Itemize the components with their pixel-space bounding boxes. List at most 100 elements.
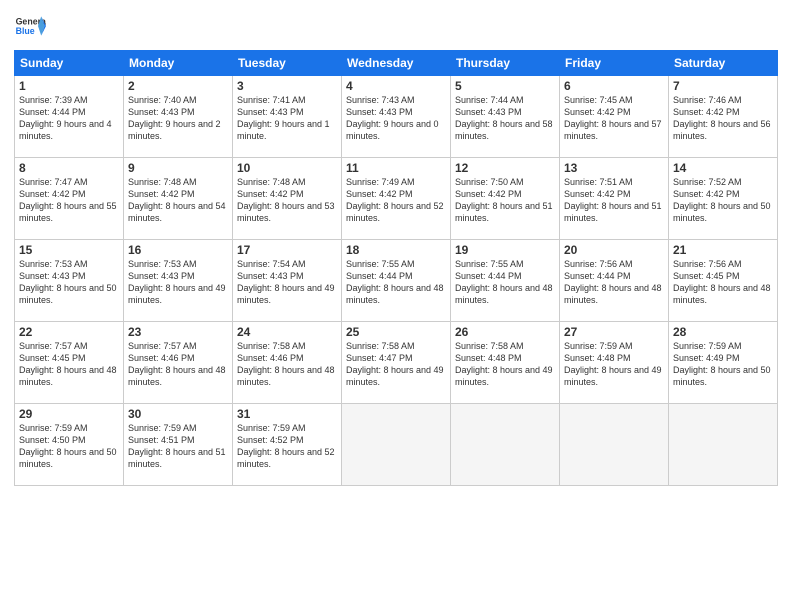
calendar-week-row: 22 Sunrise: 7:57 AM Sunset: 4:45 PM Dayl… [15, 322, 778, 404]
calendar-day-header: Wednesday [342, 51, 451, 76]
day-number: 31 [237, 407, 337, 421]
day-number: 4 [346, 79, 446, 93]
day-number: 20 [564, 243, 664, 257]
calendar-week-row: 8 Sunrise: 7:47 AM Sunset: 4:42 PM Dayli… [15, 158, 778, 240]
calendar-day-cell: 23 Sunrise: 7:57 AM Sunset: 4:46 PM Dayl… [124, 322, 233, 404]
calendar-day-cell: 7 Sunrise: 7:46 AM Sunset: 4:42 PM Dayli… [669, 76, 778, 158]
day-number: 16 [128, 243, 228, 257]
day-number: 24 [237, 325, 337, 339]
day-info: Sunrise: 7:59 AM Sunset: 4:48 PM Dayligh… [564, 340, 664, 389]
day-info: Sunrise: 7:48 AM Sunset: 4:42 PM Dayligh… [128, 176, 228, 225]
day-number: 28 [673, 325, 773, 339]
calendar-day-cell: 11 Sunrise: 7:49 AM Sunset: 4:42 PM Dayl… [342, 158, 451, 240]
day-number: 30 [128, 407, 228, 421]
calendar-day-cell: 24 Sunrise: 7:58 AM Sunset: 4:46 PM Dayl… [233, 322, 342, 404]
day-info: Sunrise: 7:44 AM Sunset: 4:43 PM Dayligh… [455, 94, 555, 143]
calendar-day-header: Thursday [451, 51, 560, 76]
day-info: Sunrise: 7:50 AM Sunset: 4:42 PM Dayligh… [455, 176, 555, 225]
calendar-header-row: SundayMondayTuesdayWednesdayThursdayFrid… [15, 51, 778, 76]
day-number: 29 [19, 407, 119, 421]
calendar-day-cell: 12 Sunrise: 7:50 AM Sunset: 4:42 PM Dayl… [451, 158, 560, 240]
day-info: Sunrise: 7:40 AM Sunset: 4:43 PM Dayligh… [128, 94, 228, 143]
day-info: Sunrise: 7:57 AM Sunset: 4:45 PM Dayligh… [19, 340, 119, 389]
day-number: 3 [237, 79, 337, 93]
calendar-day-cell: 20 Sunrise: 7:56 AM Sunset: 4:44 PM Dayl… [560, 240, 669, 322]
calendar-day-cell: 30 Sunrise: 7:59 AM Sunset: 4:51 PM Dayl… [124, 404, 233, 486]
calendar-day-cell [560, 404, 669, 486]
calendar-day-cell: 1 Sunrise: 7:39 AM Sunset: 4:44 PM Dayli… [15, 76, 124, 158]
day-number: 22 [19, 325, 119, 339]
day-number: 2 [128, 79, 228, 93]
day-info: Sunrise: 7:58 AM Sunset: 4:48 PM Dayligh… [455, 340, 555, 389]
day-number: 26 [455, 325, 555, 339]
day-number: 21 [673, 243, 773, 257]
day-info: Sunrise: 7:47 AM Sunset: 4:42 PM Dayligh… [19, 176, 119, 225]
day-info: Sunrise: 7:53 AM Sunset: 4:43 PM Dayligh… [19, 258, 119, 307]
day-number: 18 [346, 243, 446, 257]
day-info: Sunrise: 7:56 AM Sunset: 4:44 PM Dayligh… [564, 258, 664, 307]
logo: General Blue [14, 10, 46, 42]
day-info: Sunrise: 7:58 AM Sunset: 4:47 PM Dayligh… [346, 340, 446, 389]
day-info: Sunrise: 7:59 AM Sunset: 4:52 PM Dayligh… [237, 422, 337, 471]
calendar-day-cell: 22 Sunrise: 7:57 AM Sunset: 4:45 PM Dayl… [15, 322, 124, 404]
day-info: Sunrise: 7:49 AM Sunset: 4:42 PM Dayligh… [346, 176, 446, 225]
calendar-day-cell: 28 Sunrise: 7:59 AM Sunset: 4:49 PM Dayl… [669, 322, 778, 404]
day-info: Sunrise: 7:51 AM Sunset: 4:42 PM Dayligh… [564, 176, 664, 225]
calendar-day-cell: 13 Sunrise: 7:51 AM Sunset: 4:42 PM Dayl… [560, 158, 669, 240]
day-info: Sunrise: 7:39 AM Sunset: 4:44 PM Dayligh… [19, 94, 119, 143]
calendar-week-row: 1 Sunrise: 7:39 AM Sunset: 4:44 PM Dayli… [15, 76, 778, 158]
calendar-day-header: Friday [560, 51, 669, 76]
calendar-day-header: Monday [124, 51, 233, 76]
day-info: Sunrise: 7:55 AM Sunset: 4:44 PM Dayligh… [455, 258, 555, 307]
day-number: 1 [19, 79, 119, 93]
calendar-day-cell: 25 Sunrise: 7:58 AM Sunset: 4:47 PM Dayl… [342, 322, 451, 404]
calendar-day-cell: 15 Sunrise: 7:53 AM Sunset: 4:43 PM Dayl… [15, 240, 124, 322]
day-number: 7 [673, 79, 773, 93]
day-number: 27 [564, 325, 664, 339]
day-number: 10 [237, 161, 337, 175]
calendar-day-cell [342, 404, 451, 486]
calendar-day-header: Sunday [15, 51, 124, 76]
day-number: 5 [455, 79, 555, 93]
page-container: General Blue SundayMondayTuesdayWednesda… [0, 0, 792, 612]
calendar-day-header: Tuesday [233, 51, 342, 76]
day-number: 23 [128, 325, 228, 339]
day-info: Sunrise: 7:56 AM Sunset: 4:45 PM Dayligh… [673, 258, 773, 307]
logo-icon: General Blue [14, 10, 46, 42]
calendar-day-header: Saturday [669, 51, 778, 76]
day-info: Sunrise: 7:59 AM Sunset: 4:50 PM Dayligh… [19, 422, 119, 471]
day-info: Sunrise: 7:58 AM Sunset: 4:46 PM Dayligh… [237, 340, 337, 389]
day-info: Sunrise: 7:48 AM Sunset: 4:42 PM Dayligh… [237, 176, 337, 225]
calendar-day-cell: 3 Sunrise: 7:41 AM Sunset: 4:43 PM Dayli… [233, 76, 342, 158]
calendar-day-cell: 29 Sunrise: 7:59 AM Sunset: 4:50 PM Dayl… [15, 404, 124, 486]
header: General Blue [14, 10, 778, 42]
day-info: Sunrise: 7:59 AM Sunset: 4:51 PM Dayligh… [128, 422, 228, 471]
day-number: 25 [346, 325, 446, 339]
calendar-day-cell: 16 Sunrise: 7:53 AM Sunset: 4:43 PM Dayl… [124, 240, 233, 322]
calendar-day-cell: 10 Sunrise: 7:48 AM Sunset: 4:42 PM Dayl… [233, 158, 342, 240]
calendar-day-cell: 6 Sunrise: 7:45 AM Sunset: 4:42 PM Dayli… [560, 76, 669, 158]
calendar-day-cell: 26 Sunrise: 7:58 AM Sunset: 4:48 PM Dayl… [451, 322, 560, 404]
day-info: Sunrise: 7:41 AM Sunset: 4:43 PM Dayligh… [237, 94, 337, 143]
calendar-day-cell [451, 404, 560, 486]
calendar-day-cell: 4 Sunrise: 7:43 AM Sunset: 4:43 PM Dayli… [342, 76, 451, 158]
day-number: 6 [564, 79, 664, 93]
day-info: Sunrise: 7:57 AM Sunset: 4:46 PM Dayligh… [128, 340, 228, 389]
day-number: 11 [346, 161, 446, 175]
calendar-day-cell: 5 Sunrise: 7:44 AM Sunset: 4:43 PM Dayli… [451, 76, 560, 158]
calendar-table: SundayMondayTuesdayWednesdayThursdayFrid… [14, 50, 778, 486]
calendar-day-cell: 27 Sunrise: 7:59 AM Sunset: 4:48 PM Dayl… [560, 322, 669, 404]
day-info: Sunrise: 7:55 AM Sunset: 4:44 PM Dayligh… [346, 258, 446, 307]
day-number: 13 [564, 161, 664, 175]
day-number: 9 [128, 161, 228, 175]
calendar-day-cell: 9 Sunrise: 7:48 AM Sunset: 4:42 PM Dayli… [124, 158, 233, 240]
calendar-day-cell: 19 Sunrise: 7:55 AM Sunset: 4:44 PM Dayl… [451, 240, 560, 322]
day-info: Sunrise: 7:53 AM Sunset: 4:43 PM Dayligh… [128, 258, 228, 307]
calendar-day-cell: 14 Sunrise: 7:52 AM Sunset: 4:42 PM Dayl… [669, 158, 778, 240]
day-info: Sunrise: 7:46 AM Sunset: 4:42 PM Dayligh… [673, 94, 773, 143]
day-number: 12 [455, 161, 555, 175]
calendar-day-cell: 21 Sunrise: 7:56 AM Sunset: 4:45 PM Dayl… [669, 240, 778, 322]
day-info: Sunrise: 7:54 AM Sunset: 4:43 PM Dayligh… [237, 258, 337, 307]
day-info: Sunrise: 7:43 AM Sunset: 4:43 PM Dayligh… [346, 94, 446, 143]
calendar-day-cell: 31 Sunrise: 7:59 AM Sunset: 4:52 PM Dayl… [233, 404, 342, 486]
